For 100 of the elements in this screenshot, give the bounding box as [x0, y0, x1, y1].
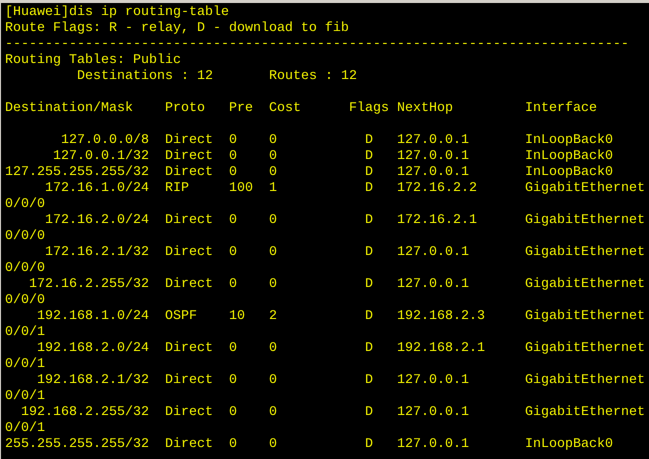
table-cell-text: 192.168.2.1 — [397, 341, 486, 357]
column-header: Destination/Mask — [5, 101, 134, 117]
table-cell-text: D — [365, 437, 374, 453]
table-cell-text: 0 — [269, 133, 278, 149]
table-cell-text: 0 — [229, 373, 238, 389]
table-cell-text: 127.0.0.1 — [397, 437, 470, 453]
table-cell-text: 172.16.2.0/24 — [44, 213, 149, 229]
table-cell-text: D — [365, 341, 374, 357]
table-cell-text: 2 — [269, 309, 278, 325]
table-cell: InLoopBack0 — [525, 437, 613, 453]
table-cell-text: 0 — [229, 341, 238, 357]
table-cell-text: Direct — [165, 133, 214, 149]
table-cell-text: D — [365, 165, 374, 181]
table-cell: GigabitEthernet — [525, 181, 645, 197]
table-cell-text: D — [365, 213, 374, 229]
table-cell: 0/0/0 — [5, 197, 45, 213]
table-cell-text: 127.0.0.1 — [397, 373, 470, 389]
table-cell-text: 127.0.0.1 — [397, 277, 470, 293]
table-cell-text: Direct — [165, 437, 214, 453]
table-cell: GigabitEthernet — [525, 309, 645, 325]
table-cell: InLoopBack0 — [525, 165, 613, 181]
table-cell-text: 127.0.0.1 — [397, 165, 470, 181]
table-cell: InLoopBack0 — [525, 133, 613, 149]
table-cell: 0/0/0 — [5, 229, 45, 245]
table-cell-text: 0 — [229, 213, 238, 229]
table-cell-text: 0 — [269, 373, 278, 389]
table-cell-text: D — [365, 181, 374, 197]
table-cell-text: Direct — [165, 149, 214, 165]
table-cell-text: 0 — [229, 133, 238, 149]
table-cell-text: Direct — [165, 245, 214, 261]
table-cell-text: D — [365, 245, 374, 261]
table-cell: GigabitEthernet — [525, 405, 645, 421]
table-cell-text: 127.0.0.1 — [397, 245, 470, 261]
table-cell-text: 192.168.1.0/24 — [36, 309, 149, 325]
table-cell-text: 127.0.0.0/8 — [60, 133, 149, 149]
table-cell-text: D — [365, 277, 374, 293]
table-cell-text: 172.16.2.1/32 — [44, 245, 149, 261]
column-header: Proto — [165, 101, 206, 117]
table-cell: GigabitEthernet — [525, 213, 645, 229]
summary-text: Destinations : 12 — [77, 69, 214, 85]
table-cell-text: Direct — [165, 165, 214, 181]
separator-text: ------------------------------------------------------------------------------ — [5, 37, 629, 53]
table-cell-text: OSPF — [165, 309, 198, 325]
table-cell: 127.255.255.255/32 — [5, 165, 149, 181]
table-cell: GigabitEthernet — [525, 245, 645, 261]
command-text: [Huawei]dis ip routing-table — [5, 5, 229, 21]
table-cell: GigabitEthernet — [525, 341, 645, 357]
column-header: NextHop — [397, 101, 454, 117]
table-cell-text: 127.0.0.1 — [397, 133, 470, 149]
table-cell: InLoopBack0 — [525, 149, 613, 165]
table-cell-text: 0 — [229, 277, 238, 293]
table-cell-text: Direct — [165, 341, 214, 357]
table-cell-text: 172.16.2.2 — [397, 181, 478, 197]
table-cell-text: Direct — [165, 405, 214, 421]
table-cell: 0/0/1 — [5, 325, 45, 341]
table-cell-text: 0 — [269, 341, 278, 357]
table-cell-text: Direct — [165, 373, 214, 389]
table-cell-text: 0 — [269, 213, 278, 229]
column-header: Flags — [349, 101, 390, 117]
table-name-text: Routing Tables: Public — [5, 53, 181, 69]
table-cell: 0/0/1 — [5, 421, 45, 437]
table-cell-text: 192.168.2.255/32 — [20, 405, 149, 421]
table-cell-text: Direct — [165, 277, 214, 293]
table-cell-text: D — [365, 149, 374, 165]
table-cell-text: 1 — [269, 181, 278, 197]
legend-text: Route Flags: R - relay, D - download to fib — [5, 21, 349, 37]
table-cell: 255.255.255.255/32 — [5, 437, 149, 453]
table-cell-text: 127.0.0.1 — [397, 405, 470, 421]
table-cell: 0/0/0 — [5, 261, 45, 277]
table-cell: GigabitEthernet — [525, 277, 645, 293]
table-cell-text: 10 — [229, 309, 246, 325]
table-cell-text: 192.168.2.3 — [397, 309, 486, 325]
table-cell-text: Direct — [165, 213, 214, 229]
table-cell-text: 0 — [269, 245, 278, 261]
table-cell-text: 172.16.2.1 — [397, 213, 478, 229]
column-header: Pre — [229, 101, 254, 117]
table-cell-text: 0 — [269, 437, 278, 453]
table-cell-text: 0 — [229, 165, 238, 181]
table-cell: 0/0/1 — [5, 357, 45, 373]
table-cell-text: D — [365, 309, 374, 325]
table-cell-text: 0 — [229, 245, 238, 261]
table-cell-text: 192.168.2.0/24 — [36, 341, 149, 357]
table-cell: GigabitEthernet — [525, 373, 645, 389]
column-header: Cost — [269, 101, 302, 117]
table-cell: 0/0/0 — [5, 293, 45, 309]
table-cell-text: D — [365, 373, 374, 389]
table-cell-text: D — [365, 405, 374, 421]
table-cell-text: 127.0.0.1 — [397, 149, 470, 165]
table-cell-text: 0 — [229, 149, 238, 165]
table-cell-text: 0 — [269, 165, 278, 181]
table-cell-text: 127.0.0.1/32 — [52, 149, 149, 165]
table-cell-text: 0 — [269, 405, 278, 421]
table-cell-text: 0 — [269, 277, 278, 293]
table-cell-text: 172.16.2.255/32 — [28, 277, 149, 293]
table-cell-text: D — [365, 133, 374, 149]
table-cell-text: 0 — [229, 437, 238, 453]
table-cell-text: 0 — [229, 405, 238, 421]
column-header: Interface — [525, 101, 597, 117]
summary-text: Routes : 12 — [269, 69, 357, 85]
table-cell-text: 192.168.2.1/32 — [36, 373, 149, 389]
